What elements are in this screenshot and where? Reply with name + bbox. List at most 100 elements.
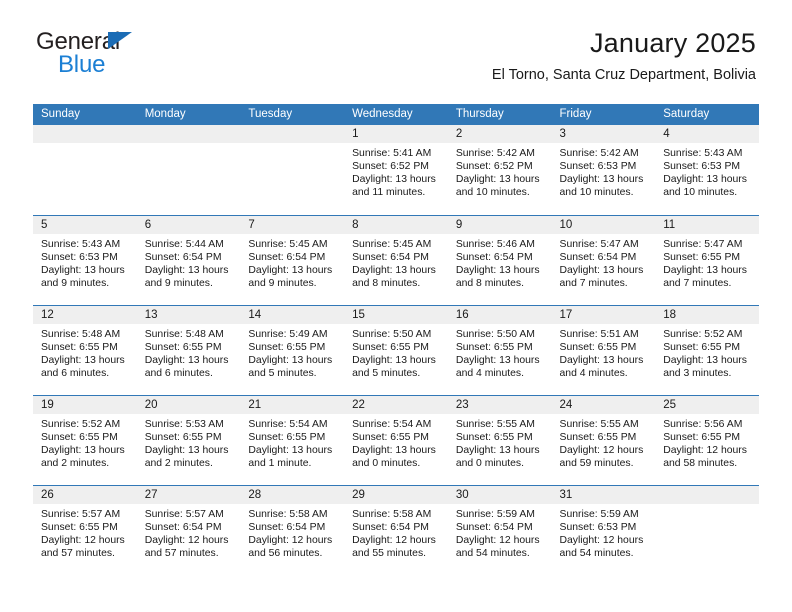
calendar-day-cell[interactable]: 27 Sunrise: 5:57 AM Sunset: 6:54 PM Dayligh… [136,484,241,575]
sunrise-text: Sunrise: 5:56 AM [663,418,743,430]
sunset-text: Sunset: 6:55 PM [455,431,533,443]
day-number: 16 [447,305,552,324]
calendar-day-cell[interactable]: 7 Sunrise: 5:45 AM Sunset: 6:54 PM Daylight… [240,214,345,305]
calendar-day-cell[interactable]: 23 Sunrise: 5:55 AM Sunset: 6:55 PM Dayligh… [447,394,552,485]
sunset-text: Sunset: 6:54 PM [248,251,326,263]
day-details: Sunrise: 5:50 AM Sunset: 6:55 PM Daylight:… [448,324,552,380]
calendar-day-cell[interactable]: 8 Sunrise: 5:45 AM Sunset: 6:54 PM Daylight… [344,214,448,305]
sunrise-text: Sunrise: 5:52 AM [41,418,121,430]
day-details: Sunrise: 5:46 AM Sunset: 6:54 PM Daylight:… [448,234,552,290]
sunset-text: Sunset: 6:54 PM [352,521,429,533]
calendar-day-cell[interactable]: 28 Sunrise: 5:58 AM Sunset: 6:54 PM Dayligh… [240,484,345,575]
daylight-text: Daylight: 12 hours and 58 minutes. [663,444,747,469]
general-blue-logo[interactable]: General Blue [36,30,266,82]
day-details: Sunrise: 5:58 AM Sunset: 6:54 PM Daylight:… [344,504,448,560]
calendar-day-cell[interactable]: 2 Sunrise: 5:42 AM Sunset: 6:52 PM Daylight… [447,125,552,215]
day-number: 25 [655,395,759,414]
calendar-day-cell[interactable]: 26 Sunrise: 5:57 AM Sunset: 6:55 PM Dayligh… [33,484,137,575]
day-details: Sunrise: 5:52 AM Sunset: 6:55 PM Daylight:… [655,324,759,380]
sunset-text: Sunset: 6:52 PM [352,161,429,173]
day-number: 27 [136,485,241,504]
day-number: 31 [551,485,656,504]
day-number [240,125,345,143]
calendar-day-cell-empty [33,125,137,215]
calendar-day-cell[interactable]: 12 Sunrise: 5:48 AM Sunset: 6:55 PM Dayligh… [33,304,137,395]
calendar-day-cell[interactable]: 9 Sunrise: 5:46 AM Sunset: 6:54 PM Daylight… [447,214,552,305]
daylight-text: Daylight: 13 hours and 8 minutes. [352,264,436,289]
calendar-day-cell[interactable]: 15 Sunrise: 5:50 AM Sunset: 6:55 PM Dayligh… [344,304,448,395]
day-details: Sunrise: 5:44 AM Sunset: 6:54 PM Daylight:… [137,234,241,290]
calendar-table: Sunday Monday Tuesday Wednesday Thursday… [33,104,759,575]
calendar-day-cell[interactable]: 29 Sunrise: 5:58 AM Sunset: 6:54 PM Dayligh… [344,484,448,575]
day-number: 12 [33,305,137,324]
day-number: 23 [447,395,552,414]
day-details: Sunrise: 5:42 AM Sunset: 6:52 PM Daylight:… [448,143,552,199]
day-details: Sunrise: 5:58 AM Sunset: 6:54 PM Daylight:… [240,504,344,560]
daylight-text: Daylight: 12 hours and 54 minutes. [455,534,540,559]
sunrise-text: Sunrise: 5:48 AM [41,328,121,340]
weekday-header-friday: Friday [551,104,656,125]
daylight-text: Daylight: 13 hours and 0 minutes. [352,444,436,469]
calendar-day-cell[interactable]: 11 Sunrise: 5:47 AM Sunset: 6:55 PM Dayligh… [655,214,759,305]
daylight-text: Daylight: 13 hours and 11 minutes. [352,174,436,199]
calendar-day-cell[interactable]: 16 Sunrise: 5:50 AM Sunset: 6:55 PM Dayligh… [447,304,552,395]
day-number [655,485,759,504]
calendar-day-cell[interactable]: 17 Sunrise: 5:51 AM Sunset: 6:55 PM Dayligh… [551,304,656,395]
weekday-header-thursday: Thursday [447,104,552,125]
calendar-body: 1 Sunrise: 5:41 AM Sunset: 6:52 PM Daylight… [33,125,759,575]
calendar-day-cell[interactable]: 24 Sunrise: 5:55 AM Sunset: 6:55 PM Dayligh… [551,394,656,485]
day-number: 11 [655,215,759,234]
day-details: Sunrise: 5:51 AM Sunset: 6:55 PM Daylight:… [552,324,656,380]
sunset-text: Sunset: 6:55 PM [144,431,222,443]
calendar-day-cell[interactable]: 14 Sunrise: 5:49 AM Sunset: 6:55 PM Dayligh… [240,304,345,395]
sunset-text: Sunset: 6:55 PM [248,341,326,353]
day-details: Sunrise: 5:59 AM Sunset: 6:54 PM Daylight:… [448,504,552,560]
sunrise-text: Sunrise: 5:43 AM [663,148,743,159]
sunset-text: Sunset: 6:52 PM [455,161,533,173]
day-number: 24 [551,395,656,414]
calendar-day-cell[interactable]: 10 Sunrise: 5:47 AM Sunset: 6:54 PM Dayligh… [551,214,656,305]
sunset-text: Sunset: 6:55 PM [352,431,429,443]
sunset-text: Sunset: 6:53 PM [559,161,637,173]
daylight-text: Daylight: 13 hours and 9 minutes. [248,264,333,289]
day-details: Sunrise: 5:57 AM Sunset: 6:55 PM Daylight:… [33,504,137,560]
day-details: Sunrise: 5:54 AM Sunset: 6:55 PM Daylight:… [240,414,344,470]
day-details: Sunrise: 5:54 AM Sunset: 6:55 PM Daylight:… [344,414,448,470]
calendar-day-cell[interactable]: 13 Sunrise: 5:48 AM Sunset: 6:55 PM Dayligh… [136,304,241,395]
day-number: 8 [344,215,448,234]
calendar-day-cell[interactable]: 5 Sunrise: 5:43 AM Sunset: 6:53 PM Daylight… [33,214,137,305]
day-number [33,125,137,143]
sunrise-text: Sunrise: 5:41 AM [352,148,432,159]
calendar-day-cell[interactable]: 22 Sunrise: 5:54 AM Sunset: 6:55 PM Dayligh… [344,394,448,485]
calendar-day-cell[interactable]: 1 Sunrise: 5:41 AM Sunset: 6:52 PM Daylight… [344,125,448,215]
day-details: Sunrise: 5:49 AM Sunset: 6:55 PM Daylight:… [240,324,344,380]
day-number: 26 [33,485,137,504]
day-number: 30 [447,485,552,504]
day-number: 19 [33,395,137,414]
day-details: Sunrise: 5:43 AM Sunset: 6:53 PM Daylight:… [33,234,137,290]
daylight-text: Daylight: 13 hours and 0 minutes. [455,444,540,469]
sunset-text: Sunset: 6:55 PM [248,431,326,443]
calendar-day-cell[interactable]: 19 Sunrise: 5:52 AM Sunset: 6:55 PM Dayligh… [33,394,137,485]
day-number: 7 [240,215,345,234]
sunset-text: Sunset: 6:54 PM [144,521,222,533]
calendar-day-cell[interactable]: 3 Sunrise: 5:42 AM Sunset: 6:53 PM Daylight… [551,125,656,215]
calendar-day-cell[interactable]: 18 Sunrise: 5:52 AM Sunset: 6:55 PM Dayligh… [655,304,759,395]
calendar-day-cell[interactable]: 25 Sunrise: 5:56 AM Sunset: 6:55 PM Dayligh… [655,394,759,485]
daylight-text: Daylight: 13 hours and 3 minutes. [663,354,747,379]
calendar-day-cell[interactable]: 30 Sunrise: 5:59 AM Sunset: 6:54 PM Dayligh… [447,484,552,575]
calendar-day-cell[interactable]: 21 Sunrise: 5:54 AM Sunset: 6:55 PM Dayligh… [240,394,345,485]
calendar-day-cell[interactable]: 20 Sunrise: 5:53 AM Sunset: 6:55 PM Dayligh… [136,394,241,485]
calendar-week-row: 1 Sunrise: 5:41 AM Sunset: 6:52 PM Daylight… [33,125,759,215]
daylight-text: Daylight: 13 hours and 4 minutes. [455,354,540,379]
calendar-day-cell[interactable]: 4 Sunrise: 5:43 AM Sunset: 6:53 PM Daylight… [655,125,759,215]
day-number: 5 [33,215,137,234]
daylight-text: Daylight: 13 hours and 9 minutes. [144,264,229,289]
calendar-day-cell[interactable]: 6 Sunrise: 5:44 AM Sunset: 6:54 PM Daylight… [136,214,241,305]
day-number: 1 [344,125,448,143]
page-header: General Blue January 2025 El Torno, Sant… [0,0,792,83]
calendar-day-cell[interactable]: 31 Sunrise: 5:59 AM Sunset: 6:53 PM Dayligh… [551,484,656,575]
calendar-day-cell-empty [136,125,241,215]
sunrise-text: Sunrise: 5:59 AM [455,508,535,520]
daylight-text: Daylight: 12 hours and 57 minutes. [144,534,229,559]
